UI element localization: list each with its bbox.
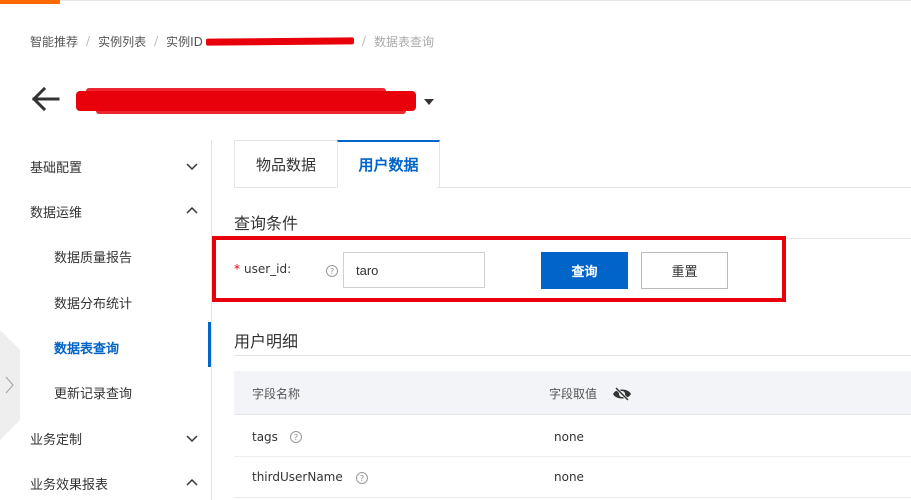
sidebar-item-update-records[interactable]: 更新记录查询 — [0, 372, 212, 412]
sidebar-item-business-custom[interactable]: 业务定制 — [0, 418, 212, 458]
breadcrumb-instance-id[interactable]: 实例ID — [166, 33, 203, 50]
sidebar-item-quality-report[interactable]: 数据质量报告 — [0, 236, 212, 276]
help-icon[interactable]: ? — [326, 265, 338, 277]
sidebar-item-label: 数据表查询 — [54, 341, 120, 357]
table-row: tags ? none — [234, 416, 911, 457]
user-id-label: * user_id: — [234, 262, 291, 276]
back-arrow-icon[interactable] — [28, 82, 62, 116]
breadcrumb-separator: / — [86, 34, 91, 48]
breadcrumb: 智能推荐 / 实例列表 / 实例ID / 数据表查询 — [30, 33, 434, 49]
sidebar-item-label: 基础配置 — [30, 160, 83, 176]
sidebar-active-indicator — [208, 322, 211, 367]
sidebar-item-effect-report[interactable]: 业务效果报表 — [0, 463, 212, 500]
tab-user-data[interactable]: 用户数据 — [337, 140, 440, 188]
tab-bar: 物品数据 用户数据 — [234, 140, 440, 188]
chevron-down-icon — [186, 163, 198, 171]
breadcrumb-separator: / — [361, 34, 366, 48]
breadcrumb-instance-list[interactable]: 实例列表 — [98, 33, 146, 50]
sidebar: 基础配置 数据运维 数据质量报告 数据分布统计 数据表查询 更新记录查询 业务定… — [0, 140, 212, 500]
details-section-divider — [234, 355, 911, 356]
column-header-field-name: 字段名称 — [252, 387, 301, 401]
chevron-up-icon — [186, 206, 198, 214]
field-name-cell: thirdUserName — [252, 470, 343, 484]
sidebar-item-label: 数据运维 — [30, 205, 83, 221]
query-button[interactable]: 查询 — [541, 252, 628, 289]
sidebar-item-basic-config[interactable]: 基础配置 — [0, 146, 212, 186]
sidebar-item-table-query[interactable]: 数据表查询 — [0, 327, 212, 367]
user-id-label-text: user_id: — [244, 262, 292, 276]
help-icon[interactable]: ? — [290, 431, 302, 443]
chevron-down-icon — [186, 435, 198, 443]
sidebar-item-label: 数据分布统计 — [54, 296, 133, 312]
breadcrumb-current: 数据表查询 — [373, 34, 434, 49]
caret-down-icon[interactable] — [424, 99, 434, 105]
field-value-cell: none — [554, 470, 584, 484]
field-name-cell: tags — [252, 430, 278, 444]
user-id-input[interactable] — [343, 252, 485, 288]
chevron-up-icon — [186, 478, 198, 486]
column-header-field-value: 字段取值 — [549, 387, 598, 401]
query-section-title: 查询条件 — [234, 214, 299, 233]
sidebar-item-label: 数据质量报告 — [54, 250, 133, 266]
required-mark: * — [234, 262, 240, 276]
tab-item-data[interactable]: 物品数据 — [234, 140, 337, 188]
top-accent-bar — [0, 0, 60, 4]
redacted-instance-id — [205, 36, 354, 46]
top-border — [60, 0, 911, 1]
reset-button[interactable]: 重置 — [641, 252, 728, 289]
details-section-title: 用户明细 — [234, 332, 299, 351]
sidebar-item-label: 业务定制 — [30, 432, 83, 448]
sidebar-item-label: 更新记录查询 — [54, 386, 133, 402]
eye-slash-icon[interactable] — [612, 386, 632, 402]
field-value-cell: none — [554, 430, 584, 444]
sidebar-item-label: 业务效果报表 — [30, 477, 109, 493]
redacted-instance-title — [76, 88, 416, 114]
sidebar-item-data-ops[interactable]: 数据运维 — [0, 191, 212, 231]
collapse-sidebar-handle[interactable] — [0, 330, 22, 440]
table-header: 字段名称 字段取值 — [234, 371, 911, 415]
breadcrumb-recommend[interactable]: 智能推荐 — [30, 33, 78, 50]
help-icon[interactable]: ? — [356, 472, 368, 484]
breadcrumb-separator: / — [154, 34, 159, 48]
sidebar-item-distribution-stats[interactable]: 数据分布统计 — [0, 282, 212, 322]
tab-bar-baseline — [437, 187, 911, 188]
table-row: thirdUserName ? none — [234, 457, 911, 498]
